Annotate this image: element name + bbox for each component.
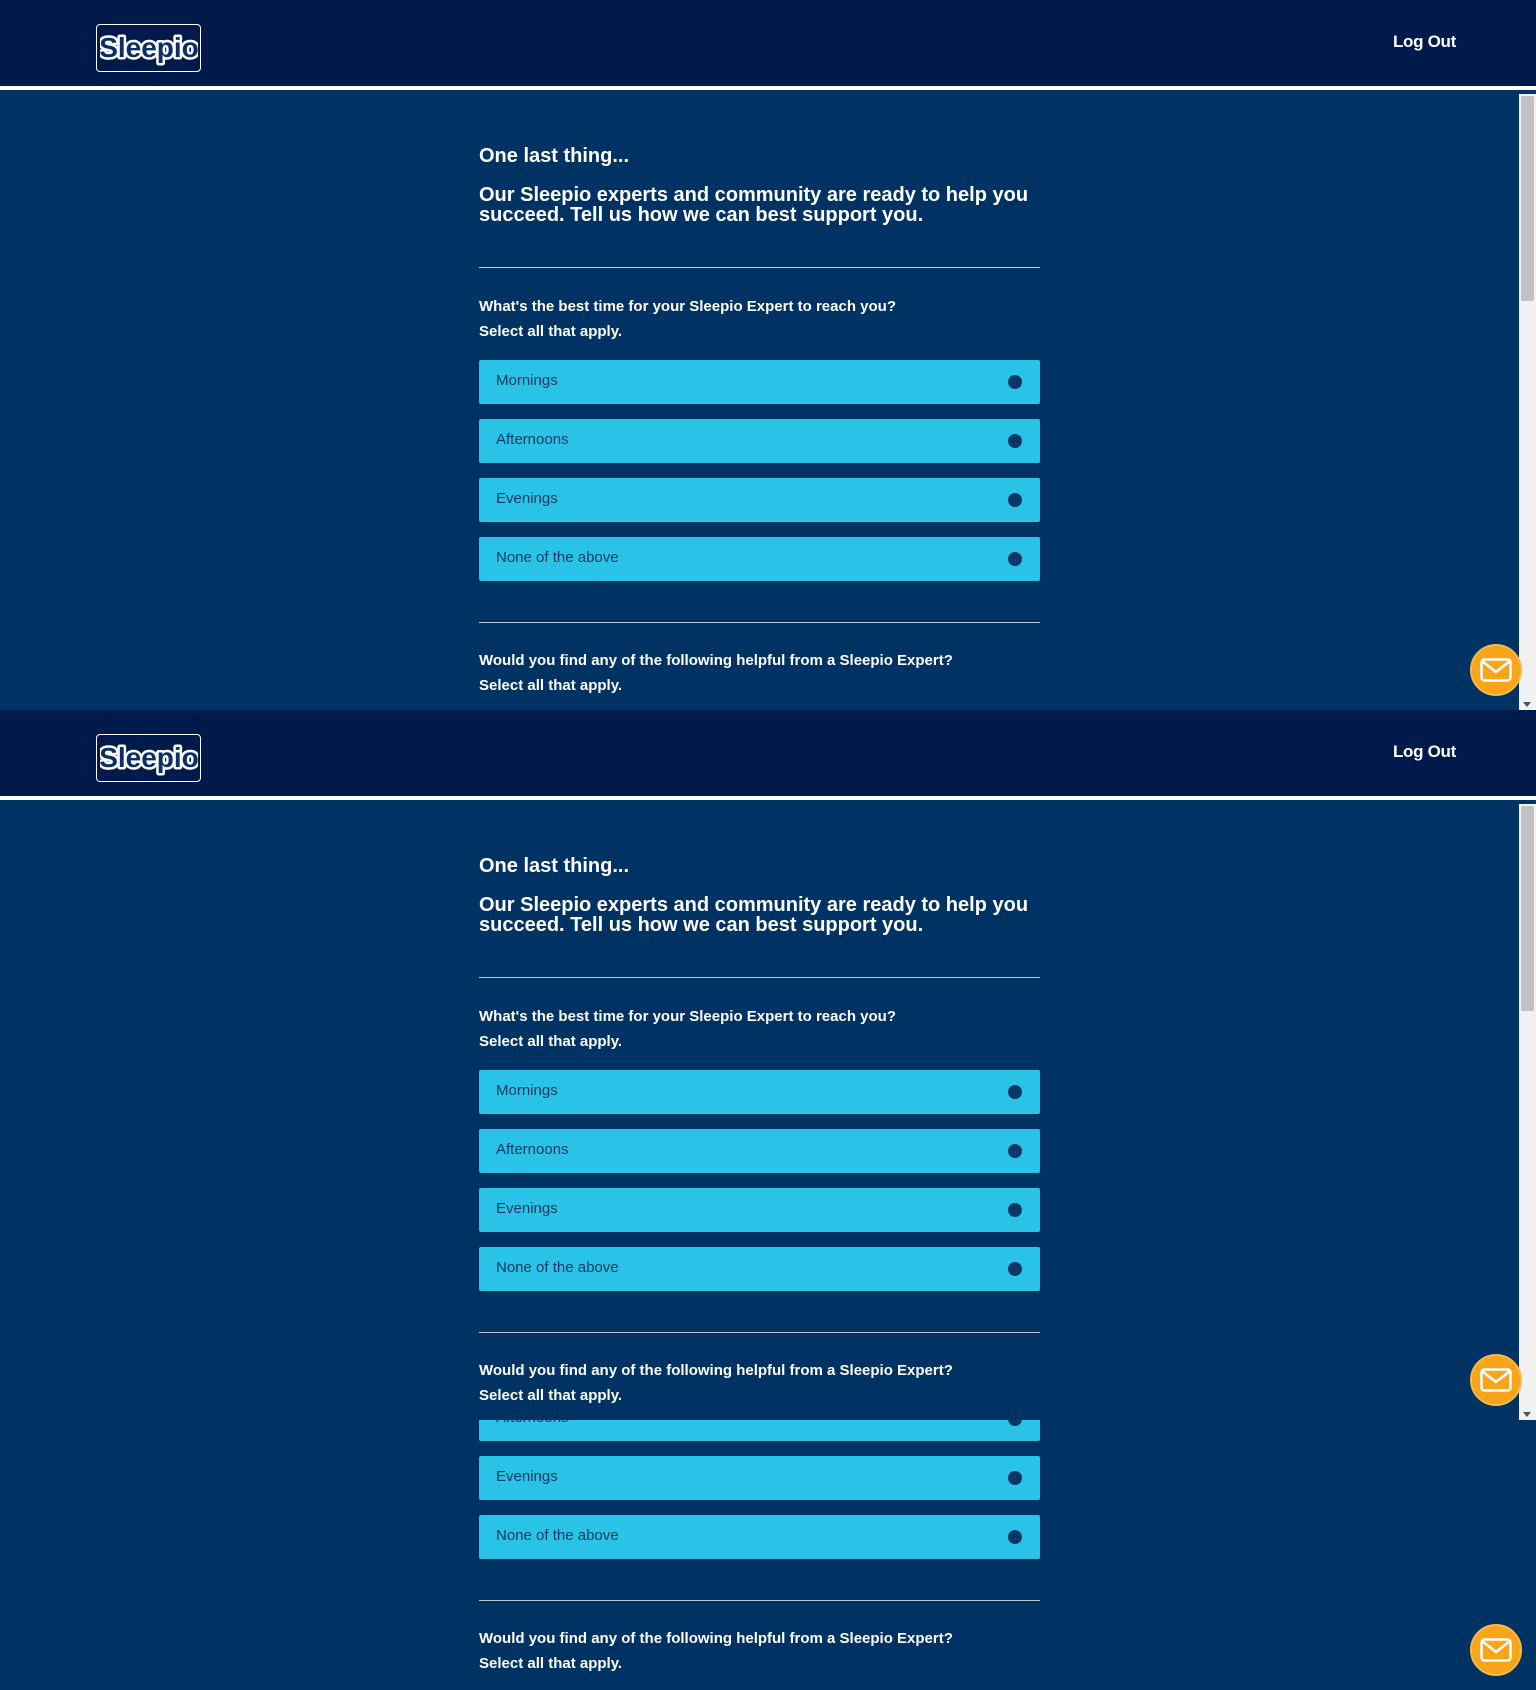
question-expert-help-prompt: Would you find any of the following help… <box>479 1362 953 1379</box>
scrollbar-thumb[interactable] <box>1521 96 1534 301</box>
option-label: Evenings <box>496 1468 558 1485</box>
mail-icon <box>1480 658 1512 682</box>
option-none-of-the-above[interactable]: None of the above <box>479 537 1040 581</box>
top-navigation-bar: Sleepio Sleepio Log Out <box>0 710 1536 800</box>
option-label: Evenings <box>496 490 558 507</box>
question-expert-help-prompt: Would you find any of the following help… <box>479 1630 953 1647</box>
support-questionnaire: One last thing... Our Sleepio experts an… <box>479 144 1040 695</box>
question-expert-help-instruction: Select all that apply. <box>479 1655 623 1672</box>
question-expert-help-instruction: Select all that apply. <box>479 677 623 694</box>
mail-icon <box>1480 1368 1512 1392</box>
question-expert-help-prompt: Would you find any of the following help… <box>479 652 953 669</box>
question-expert-help-instruction: Select all that apply. <box>479 1387 623 1404</box>
option-afternoons[interactable]: Afternoons <box>479 1420 1040 1441</box>
screen-frame-1: Sleepio Sleepio Log Out One last thing..… <box>0 0 1536 710</box>
option-label: Afternoons <box>496 431 569 448</box>
screen-frame-2: Sleepio Sleepio Log Out One last thing..… <box>0 710 1536 1420</box>
option-none-of-the-above[interactable]: None of the above <box>479 1247 1040 1291</box>
contact-mail-button[interactable] <box>1470 1354 1522 1406</box>
scroll-down-arrow-icon[interactable] <box>1523 1412 1531 1417</box>
logout-link[interactable]: Log Out <box>1393 32 1456 52</box>
page-scrollbar[interactable] <box>1519 804 1536 1420</box>
logout-link[interactable]: Log Out <box>1393 742 1456 762</box>
page-scrollbar[interactable] <box>1519 94 1536 710</box>
option-evenings[interactable]: Evenings <box>479 1188 1040 1232</box>
radio-dot-icon <box>1008 1085 1022 1099</box>
support-questionnaire: One last thing... Our Sleepio experts an… <box>479 854 1040 1405</box>
contact-mail-button[interactable] <box>1470 644 1522 696</box>
scrollbar-thumb[interactable] <box>1521 806 1534 1011</box>
question-best-time-instruction: Select all that apply. <box>479 323 623 340</box>
radio-dot-icon <box>1008 1530 1022 1544</box>
divider <box>479 1332 1040 1333</box>
section-lead-heading: One last thing... <box>479 145 630 167</box>
question-best-time-prompt: What's the best time for your Sleepio Ex… <box>479 1008 896 1025</box>
option-mornings[interactable]: Mornings <box>479 1070 1040 1114</box>
section-lead-heading: One last thing... <box>479 855 630 877</box>
radio-dot-icon <box>1008 1471 1022 1485</box>
radio-dot-icon <box>1008 1203 1022 1217</box>
scroll-down-arrow-icon[interactable] <box>1523 702 1531 707</box>
option-none-of-the-above[interactable]: None of the above <box>479 1515 1040 1559</box>
screen-frame-3: Afternoons Evenings None of the above Wo… <box>0 1420 1536 1690</box>
section-intro-message: Our Sleepio experts and community are re… <box>479 184 1029 226</box>
question-best-time-prompt: What's the best time for your Sleepio Ex… <box>479 298 896 315</box>
divider <box>479 977 1040 978</box>
radio-dot-icon <box>1008 552 1022 566</box>
svg-text:Sleepio: Sleepio <box>100 32 198 63</box>
support-questionnaire-scrolled: Afternoons Evenings None of the above Wo… <box>479 1420 1040 1673</box>
radio-dot-icon <box>1008 493 1022 507</box>
option-label: None of the above <box>496 549 619 566</box>
divider <box>479 267 1040 268</box>
divider <box>479 1600 1040 1601</box>
option-label: Mornings <box>496 372 558 389</box>
top-navigation-bar: Sleepio Sleepio Log Out <box>0 0 1536 90</box>
option-evenings[interactable]: Evenings <box>479 478 1040 522</box>
radio-dot-icon <box>1008 1420 1022 1426</box>
option-label: Evenings <box>496 1200 558 1217</box>
option-afternoons[interactable]: Afternoons <box>479 1129 1040 1173</box>
option-label: None of the above <box>496 1259 619 1276</box>
option-label: None of the above <box>496 1527 619 1544</box>
svg-text:Sleepio: Sleepio <box>100 742 198 773</box>
option-evenings[interactable]: Evenings <box>479 1456 1040 1500</box>
option-label: Mornings <box>496 1082 558 1099</box>
option-label: Afternoons <box>496 1141 569 1158</box>
question-best-time-instruction: Select all that apply. <box>479 1033 623 1050</box>
contact-mail-button[interactable] <box>1470 1624 1522 1676</box>
sleepio-logo[interactable]: Sleepio Sleepio <box>96 24 201 72</box>
radio-dot-icon <box>1008 1144 1022 1158</box>
option-mornings[interactable]: Mornings <box>479 360 1040 404</box>
radio-dot-icon <box>1008 375 1022 389</box>
mail-icon <box>1480 1638 1512 1662</box>
radio-dot-icon <box>1008 1262 1022 1276</box>
option-label: Afternoons <box>496 1420 569 1426</box>
sleepio-logo[interactable]: Sleepio Sleepio <box>96 734 201 782</box>
section-intro-message: Our Sleepio experts and community are re… <box>479 894 1029 936</box>
option-afternoons[interactable]: Afternoons <box>479 419 1040 463</box>
radio-dot-icon <box>1008 434 1022 448</box>
divider <box>479 622 1040 623</box>
